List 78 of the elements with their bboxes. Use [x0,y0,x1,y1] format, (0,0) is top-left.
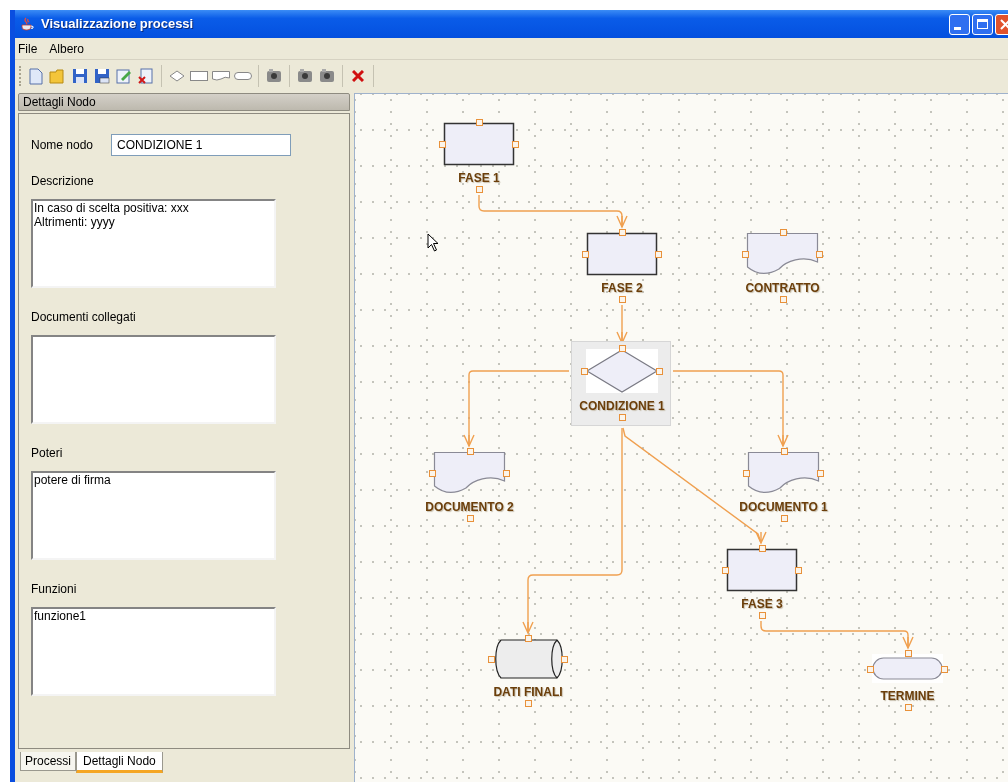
text-area[interactable]: funzione1 [31,607,276,696]
tab[interactable]: Processi [20,752,76,771]
document-shape[interactable] [747,233,818,275]
connection-port[interactable] [525,635,532,642]
field-label: Poteri [31,445,64,462]
field-label: Funzioni [31,581,78,598]
document-shape[interactable] [434,452,505,494]
node-label: DOCUMENTO 1 [739,500,828,514]
node-label: FASE 3 [741,597,783,611]
connection-port[interactable] [619,414,626,421]
menu-item[interactable]: Albero [49,39,85,58]
connection-port[interactable] [780,448,788,455]
minimize-button[interactable] [949,13,970,35]
connection-port[interactable] [429,470,436,477]
connection-port[interactable] [476,119,483,126]
connection-port[interactable] [619,229,626,236]
node-label: TERMINE [880,689,935,703]
node-label: DATI FINALI [493,685,563,699]
process-shape[interactable] [727,549,797,591]
connection-port[interactable] [817,470,824,477]
connection-port[interactable] [525,700,532,707]
connection-port[interactable] [581,368,588,375]
process-shape[interactable] [587,233,657,275]
connection-port[interactable] [780,515,788,522]
connection-port[interactable] [619,345,626,352]
connector-arrow[interactable] [760,620,914,650]
connection-port[interactable] [759,612,766,619]
connection-port[interactable] [561,656,568,663]
document-shape[interactable] [748,452,819,494]
connection-port[interactable] [742,251,749,258]
connection-port[interactable] [816,251,823,258]
connection-port[interactable] [779,229,787,236]
connection-port[interactable] [779,296,787,303]
name-field[interactable]: CONDIZIONE 1 [111,134,292,156]
node-label: FASE 2 [601,281,643,295]
maximize-button[interactable] [972,13,993,35]
connection-port[interactable] [759,545,766,552]
terminal-shape[interactable] [872,654,943,683]
connection-port[interactable] [941,665,948,673]
coffee-cup-icon [19,16,35,32]
connection-port[interactable] [466,515,474,522]
close-icon [1000,18,1008,30]
mouse-pointer-icon [427,233,440,252]
panel-header: Dettagli Nodo [18,93,350,111]
connection-port[interactable] [466,448,474,455]
field-label: Descrizione [31,173,95,190]
tab[interactable]: Dettagli Nodo [76,752,163,773]
connector-arrow[interactable] [463,370,570,448]
text-area[interactable] [31,335,276,424]
menu-item[interactable]: File [18,39,38,58]
node-label: CONDIZIONE 1 [579,399,665,413]
connection-port[interactable] [867,665,874,673]
connection-port[interactable] [655,251,662,258]
decision-shape[interactable] [586,349,658,393]
connection-port[interactable] [503,470,510,477]
connection-port[interactable] [722,567,729,574]
node-label: FASE 1 [458,171,500,185]
connection-port[interactable] [904,650,912,657]
field-label: Nome nodo [31,137,94,154]
text-area[interactable]: potere di firma [31,471,276,560]
process-shape[interactable] [444,123,514,165]
connection-port[interactable] [619,296,626,303]
connection-port[interactable] [582,251,589,258]
connection-port[interactable] [512,141,519,148]
node-label: DOCUMENTO 2 [425,500,514,514]
field-label: Documenti collegati [31,309,137,326]
connection-port[interactable] [488,656,495,663]
connection-port[interactable] [476,186,483,193]
text-area[interactable]: In caso di scelta positiva: xxx Altrimenti: yyyy [31,199,276,288]
connection-port[interactable] [904,704,912,711]
node-label: CONTRATTO [745,281,820,295]
connection-port[interactable] [656,368,663,375]
connector-arrow[interactable] [672,370,789,448]
connection-port[interactable] [795,567,802,574]
cylinder-shape[interactable] [493,639,563,679]
window-title: Visualizzazione processi [41,15,194,34]
connection-port[interactable] [743,470,750,477]
connection-port[interactable] [439,141,446,148]
